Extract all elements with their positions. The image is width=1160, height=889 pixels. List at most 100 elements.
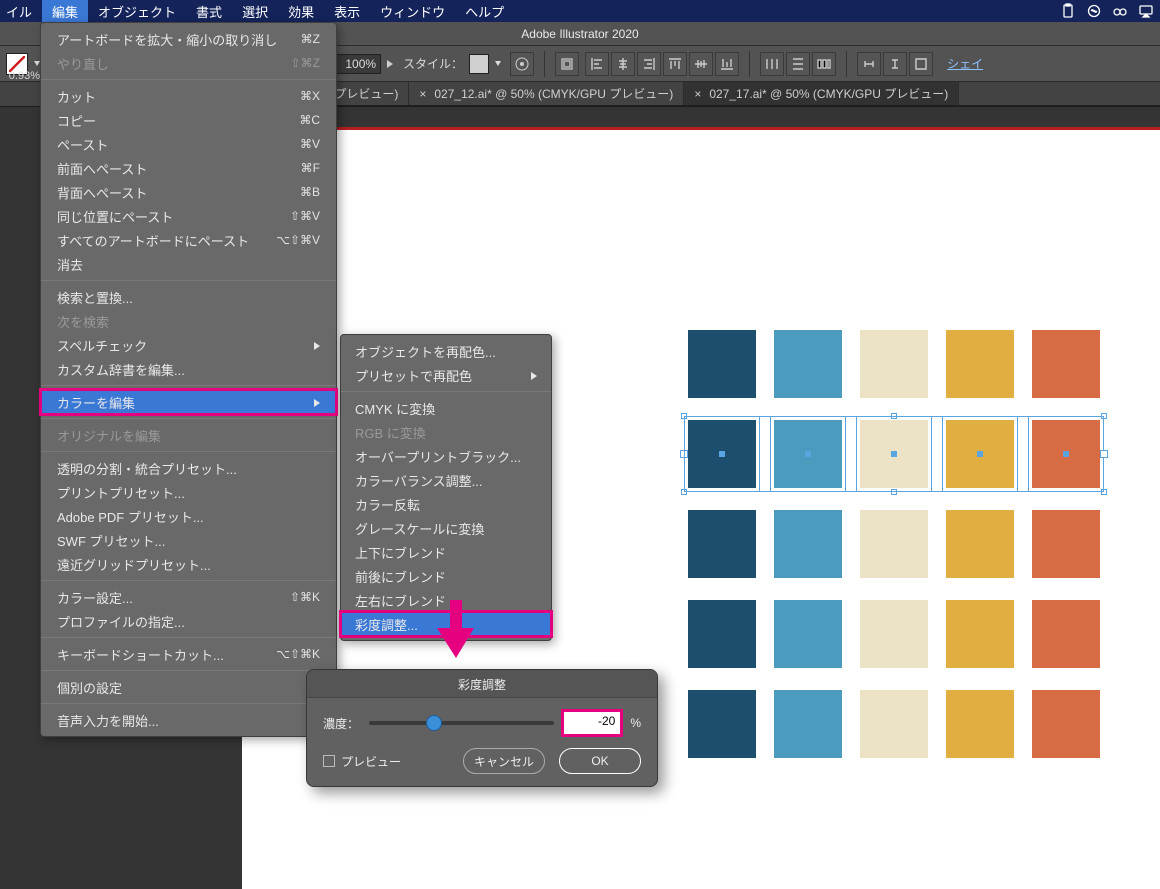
- swatch[interactable]: [774, 420, 842, 488]
- swatch[interactable]: [1032, 510, 1100, 578]
- align-hcenter-icon[interactable]: [611, 52, 635, 76]
- menu-item[interactable]: オブジェクトを再配色...: [341, 339, 551, 363]
- recolor-artwork-icon[interactable]: [510, 52, 534, 76]
- menu-item[interactable]: 検索と置換...: [41, 285, 336, 309]
- align-bottom-icon[interactable]: [715, 52, 739, 76]
- menu-item[interactable]: 同じ位置にペースト⇧⌘V: [41, 204, 336, 228]
- menu-item[interactable]: 背面へペースト⌘B: [41, 180, 336, 204]
- clipboard-icon[interactable]: [1060, 3, 1076, 19]
- menu-item[interactable]: オーバープリントブラック...: [341, 444, 551, 468]
- menu-item[interactable]: 消去: [41, 252, 336, 276]
- menu-item[interactable]: グレースケールに変換: [341, 516, 551, 540]
- menu-item[interactable]: 個別の設定: [41, 675, 336, 699]
- menu-item[interactable]: プロファイルの指定...: [41, 609, 336, 633]
- menu-type[interactable]: 書式: [186, 0, 232, 22]
- menu-item[interactable]: カスタム辞書を編集...: [41, 357, 336, 381]
- swatch[interactable]: [946, 510, 1014, 578]
- selection-handle[interactable]: [1101, 489, 1107, 495]
- swatch[interactable]: [1032, 600, 1100, 668]
- menu-item[interactable]: ペースト⌘V: [41, 132, 336, 156]
- menu-object[interactable]: オブジェクト: [88, 0, 186, 22]
- swatch[interactable]: [1032, 330, 1100, 398]
- slider-knob[interactable]: [426, 715, 442, 731]
- transform-x-icon[interactable]: [857, 52, 881, 76]
- density-slider[interactable]: [369, 721, 554, 725]
- menu-file[interactable]: イル: [0, 0, 42, 22]
- graphic-style-arrow[interactable]: [495, 61, 504, 70]
- close-icon[interactable]: ×: [694, 87, 701, 101]
- menu-window[interactable]: ウィンドウ: [370, 0, 455, 22]
- swatch[interactable]: [688, 330, 756, 398]
- swatch[interactable]: [688, 600, 756, 668]
- selection-handle[interactable]: [681, 413, 687, 419]
- swatch[interactable]: [860, 330, 928, 398]
- swatch[interactable]: [1032, 690, 1100, 758]
- menu-item[interactable]: 透明の分割・統合プリセット...: [41, 456, 336, 480]
- menu-item[interactable]: 上下にブレンド: [341, 540, 551, 564]
- density-value-input[interactable]: -20: [564, 712, 620, 734]
- menu-select[interactable]: 選択: [232, 0, 278, 22]
- menu-item[interactable]: アートボードを拡大・縮小の取り消し⌘Z: [41, 27, 336, 51]
- menu-item[interactable]: CMYK に変換: [341, 396, 551, 420]
- menu-item[interactable]: 前面へペースト⌘F: [41, 156, 336, 180]
- swatch[interactable]: [774, 510, 842, 578]
- opacity-step-arrow[interactable]: [387, 56, 397, 72]
- align-right-icon[interactable]: [637, 52, 661, 76]
- selection-handle[interactable]: [1101, 413, 1107, 419]
- close-icon[interactable]: ×: [419, 87, 426, 101]
- ok-button[interactable]: OK: [559, 748, 641, 774]
- menu-item[interactable]: 前後にブレンド: [341, 564, 551, 588]
- glasses-icon[interactable]: [1112, 3, 1128, 19]
- menu-view[interactable]: 表示: [324, 0, 370, 22]
- menu-item[interactable]: Adobe PDF プリセット...: [41, 504, 336, 528]
- distribute-v-icon[interactable]: [786, 52, 810, 76]
- menu-item[interactable]: カラー反転: [341, 492, 551, 516]
- swatch[interactable]: [1032, 420, 1100, 488]
- menu-item[interactable]: カラー設定...⇧⌘K: [41, 585, 336, 609]
- swatch[interactable]: [774, 690, 842, 758]
- menu-item[interactable]: プリントプリセット...: [41, 480, 336, 504]
- align-vcenter-icon[interactable]: [689, 52, 713, 76]
- menu-help[interactable]: ヘルプ: [455, 0, 514, 22]
- swatch[interactable]: [688, 690, 756, 758]
- menu-item[interactable]: スペルチェック: [41, 333, 336, 357]
- menu-item[interactable]: カラーバランス調整...: [341, 468, 551, 492]
- menu-item[interactable]: キーボードショートカット...⌥⇧⌘K: [41, 642, 336, 666]
- swatch[interactable]: [688, 510, 756, 578]
- distribute-h-icon[interactable]: [760, 52, 784, 76]
- graphic-style-dropdown[interactable]: [469, 54, 489, 74]
- checkbox-icon[interactable]: [323, 755, 335, 767]
- swatch[interactable]: [688, 420, 756, 488]
- swatch[interactable]: [860, 510, 928, 578]
- swatch[interactable]: [946, 690, 1014, 758]
- cloud-sync-icon[interactable]: [1086, 3, 1102, 19]
- align-to-selection-icon[interactable]: [555, 52, 579, 76]
- swatch[interactable]: [860, 420, 928, 488]
- swatch[interactable]: [946, 330, 1014, 398]
- selection-handle[interactable]: [891, 489, 897, 495]
- transform-y-icon[interactable]: [883, 52, 907, 76]
- menu-effect[interactable]: 効果: [278, 0, 324, 22]
- menu-item[interactable]: すべてのアートボードにペースト⌥⇧⌘V: [41, 228, 336, 252]
- selection-handle[interactable]: [681, 489, 687, 495]
- menu-item[interactable]: SWF プリセット...: [41, 528, 336, 552]
- document-tab-active[interactable]: × 027_17.ai* @ 50% (CMYK/GPU プレビュー): [684, 82, 959, 105]
- align-top-icon[interactable]: [663, 52, 687, 76]
- selection-handle[interactable]: [891, 413, 897, 419]
- swatch[interactable]: [860, 600, 928, 668]
- cancel-button[interactable]: キャンセル: [463, 748, 545, 774]
- menu-item[interactable]: カラーを編集: [41, 390, 336, 414]
- transform-more-icon[interactable]: [909, 52, 933, 76]
- menu-item[interactable]: コピー⌘C: [41, 108, 336, 132]
- airplay-icon[interactable]: [1138, 3, 1154, 19]
- shape-link[interactable]: シェイ: [947, 55, 983, 72]
- document-tab[interactable]: × 027_12.ai* @ 50% (CMYK/GPU プレビュー): [409, 82, 684, 105]
- preview-checkbox[interactable]: プレビュー: [323, 753, 401, 770]
- menu-item[interactable]: カット⌘X: [41, 84, 336, 108]
- swatch[interactable]: [860, 690, 928, 758]
- menu-item[interactable]: 遠近グリッドプリセット...: [41, 552, 336, 576]
- menu-item[interactable]: 音声入力を開始...: [41, 708, 336, 732]
- align-left-icon[interactable]: [585, 52, 609, 76]
- swatch[interactable]: [774, 600, 842, 668]
- menu-edit[interactable]: 編集: [42, 0, 88, 22]
